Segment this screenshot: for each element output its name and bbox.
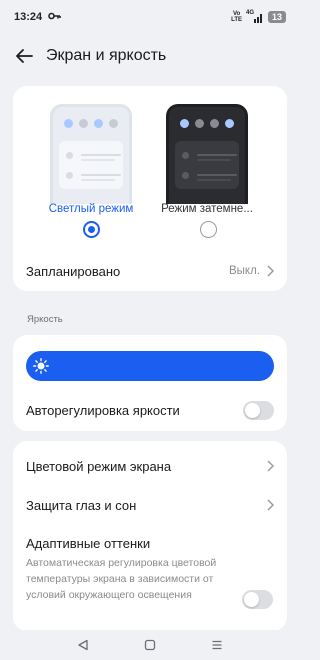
chevron-right-icon	[267, 499, 274, 511]
key-icon	[48, 11, 61, 23]
navigation-bar	[0, 630, 300, 660]
auto-brightness-label: Авторегулировка яркости	[26, 402, 180, 418]
light-mode-radio[interactable]	[83, 221, 100, 238]
dark-mode-radio[interactable]	[200, 221, 217, 238]
adaptive-tones-toggle[interactable]	[242, 590, 273, 609]
volte-indicator: Vo LTE	[231, 11, 242, 23]
page-title: Экран и яркость	[46, 47, 167, 64]
chevron-right-icon	[267, 265, 274, 277]
dark-mode-label[interactable]: Режим затемне...	[151, 203, 263, 215]
auto-brightness-toggle[interactable]	[243, 400, 274, 420]
brightness-card: Авторегулировка яркости	[13, 335, 287, 431]
theme-card: Светлый режим Режим затемне... Запланиро…	[13, 86, 287, 291]
brightness-slider[interactable]	[26, 351, 274, 381]
square-home-icon	[144, 639, 156, 651]
light-mode-preview[interactable]	[50, 104, 132, 204]
eye-protection-label: Защита глаз и сон	[26, 497, 137, 513]
scheduled-label: Запланировано	[26, 263, 121, 279]
display-options-card: Цветовой режим экрана Защита глаз и сон …	[13, 441, 287, 631]
chevron-right-icon	[267, 460, 274, 472]
color-mode-row[interactable]: Цветовой режим экрана	[13, 451, 287, 481]
light-mode-label[interactable]: Светлый режим	[35, 203, 147, 215]
adaptive-tones-description: Автоматическая регулировка цветовой темп…	[26, 557, 217, 601]
status-bar: 13:24 Vo LTE 4G 13	[0, 0, 300, 34]
menu-lines-icon	[212, 640, 222, 650]
arrow-left-icon	[16, 49, 33, 63]
scheduled-value: Выкл.	[228, 265, 260, 277]
status-time: 13:24	[14, 11, 43, 23]
eye-protection-row[interactable]: Защита глаз и сон	[13, 490, 287, 520]
signal-icon: 4G	[246, 10, 264, 23]
scheduled-row[interactable]: Запланировано Выкл.	[13, 255, 287, 287]
battery-indicator: 13	[268, 11, 286, 23]
sun-icon	[33, 358, 49, 374]
nav-menu-button[interactable]	[207, 635, 227, 655]
color-mode-label: Цветовой режим экрана	[26, 458, 172, 474]
brightness-section-label: Яркость	[27, 314, 63, 325]
dark-mode-preview[interactable]	[166, 104, 248, 204]
auto-brightness-row: Авторегулировка яркости	[13, 395, 287, 425]
theme-previews	[13, 104, 287, 204]
adaptive-tones-title: Адаптивные оттенки	[26, 536, 151, 551]
header: Экран и яркость	[0, 34, 300, 78]
nav-back-button[interactable]	[73, 635, 93, 655]
nav-home-button[interactable]	[140, 635, 160, 655]
triangle-back-icon	[78, 639, 88, 651]
back-button[interactable]	[10, 42, 38, 70]
